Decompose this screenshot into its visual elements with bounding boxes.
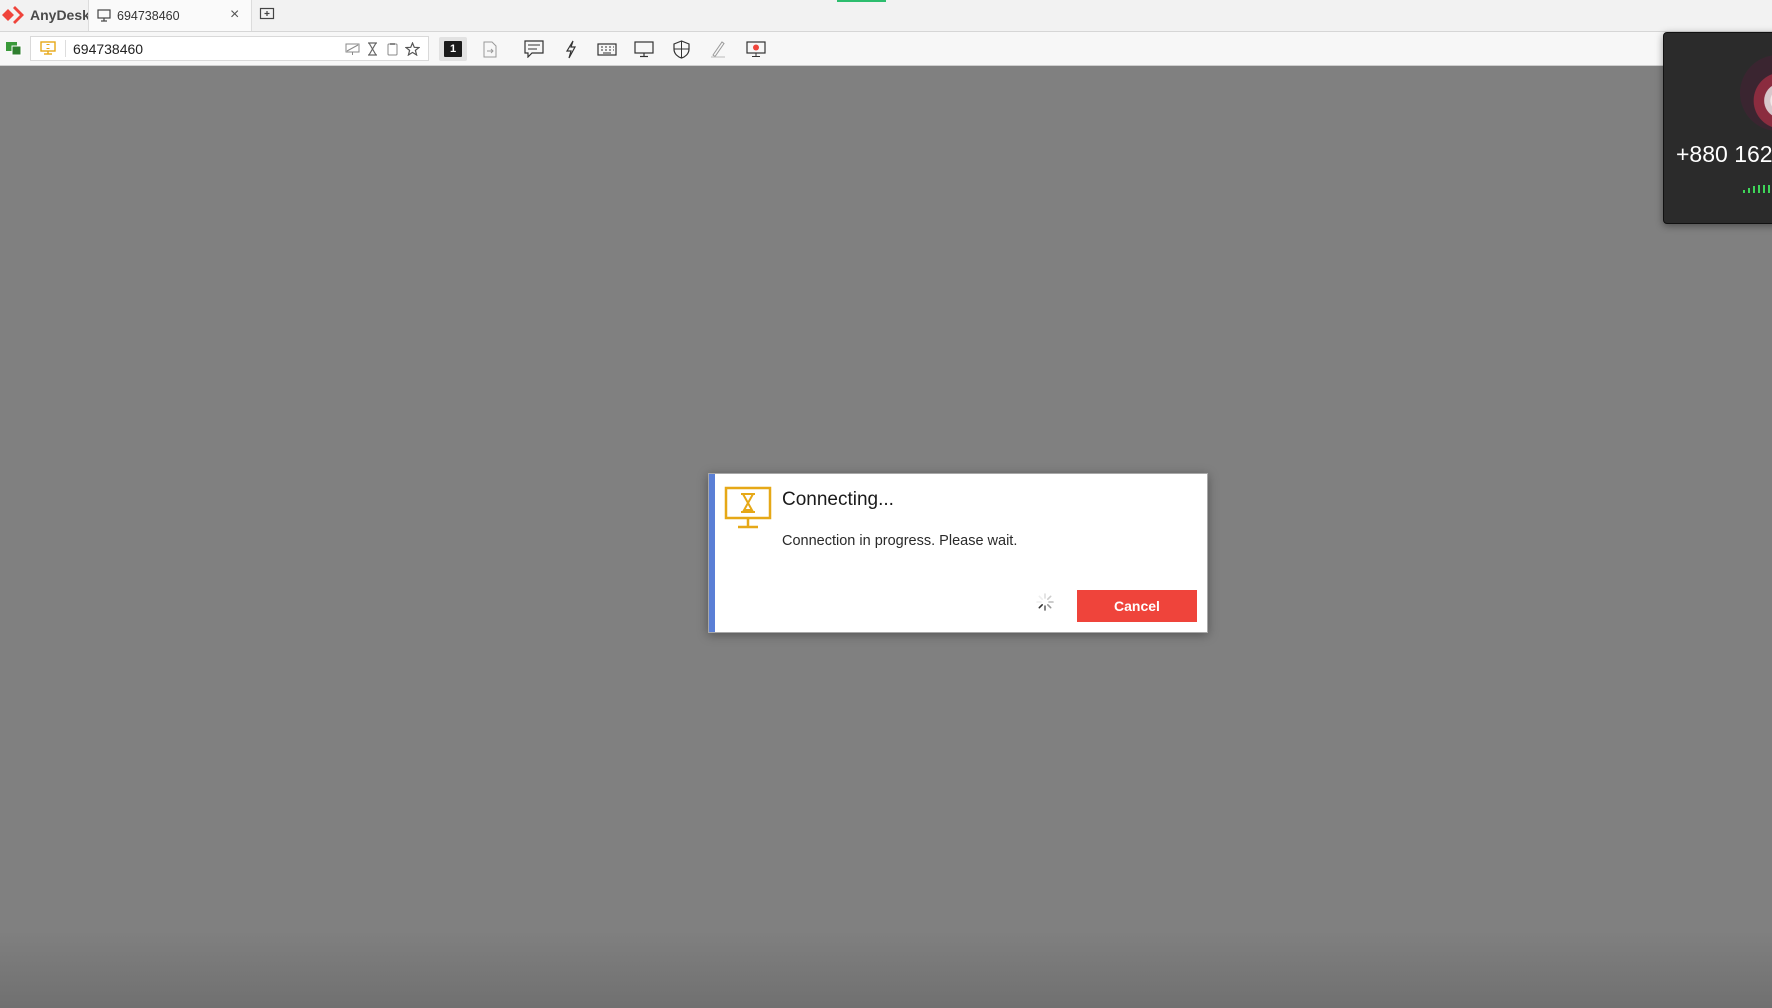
display-button[interactable] bbox=[630, 37, 658, 61]
keyboard-icon bbox=[597, 42, 617, 56]
clipboard-icon[interactable] bbox=[384, 41, 400, 57]
audio-level-icon bbox=[1743, 185, 1772, 193]
monitor-select-button[interactable]: 1 bbox=[439, 37, 467, 61]
address-input[interactable]: 694738460 bbox=[73, 41, 143, 57]
permissions-icon bbox=[672, 39, 690, 59]
monitor-select-icon: 1 bbox=[444, 41, 462, 57]
cancel-button[interactable]: Cancel bbox=[1077, 590, 1197, 622]
chat-icon bbox=[524, 40, 544, 58]
address-separator bbox=[65, 40, 66, 57]
star-icon[interactable] bbox=[404, 41, 420, 57]
actions-button[interactable] bbox=[557, 37, 585, 61]
keyboard-button[interactable] bbox=[593, 37, 621, 61]
record-button[interactable] bbox=[742, 37, 770, 61]
dialog-accent-bar bbox=[709, 474, 715, 632]
whiteboard-button[interactable] bbox=[704, 37, 732, 61]
hourglass-icon[interactable] bbox=[364, 41, 380, 57]
background-fade bbox=[0, 930, 1772, 1008]
caller-number: +880 162 bbox=[1676, 141, 1772, 167]
close-tab-icon[interactable]: × bbox=[230, 6, 239, 24]
anydesk-logo-icon bbox=[2, 6, 24, 24]
file-transfer-icon bbox=[483, 41, 497, 57]
tab-bar: AnyDesk 694738460 × bbox=[0, 0, 1772, 32]
address-tools bbox=[344, 41, 420, 57]
connecting-dialog: Connecting... Connection in progress. Pl… bbox=[708, 473, 1208, 633]
record-icon bbox=[746, 40, 766, 57]
permissions-button[interactable] bbox=[667, 37, 695, 61]
address-bar[interactable]: 694738460 bbox=[30, 36, 429, 61]
no-screen-icon[interactable] bbox=[344, 41, 360, 57]
tab-label: 694738460 bbox=[117, 9, 180, 23]
session-toolbar: 694738460 1 bbox=[0, 32, 1772, 66]
loading-spinner-icon bbox=[1036, 593, 1054, 611]
avatar bbox=[1740, 55, 1772, 131]
display-icon bbox=[634, 40, 654, 57]
file-transfer-button[interactable] bbox=[476, 37, 504, 61]
actions-icon bbox=[565, 40, 577, 58]
connection-indicator bbox=[837, 0, 886, 2]
whiteboard-icon bbox=[711, 41, 725, 58]
address-monitor-icon bbox=[40, 41, 56, 55]
dialog-message: Connection in progress. Please wait. bbox=[782, 533, 1018, 549]
call-widget[interactable]: +880 162 bbox=[1663, 32, 1772, 224]
hourglass-monitor-icon bbox=[724, 486, 772, 529]
new-tab-icon[interactable] bbox=[259, 6, 275, 22]
chat-button[interactable] bbox=[520, 37, 548, 61]
status-icon[interactable] bbox=[5, 40, 22, 56]
dialog-title: Connecting... bbox=[782, 489, 894, 510]
tab-session[interactable]: 694738460 × bbox=[88, 0, 252, 31]
app-name: AnyDesk bbox=[30, 7, 90, 23]
monitor-icon bbox=[97, 9, 111, 22]
